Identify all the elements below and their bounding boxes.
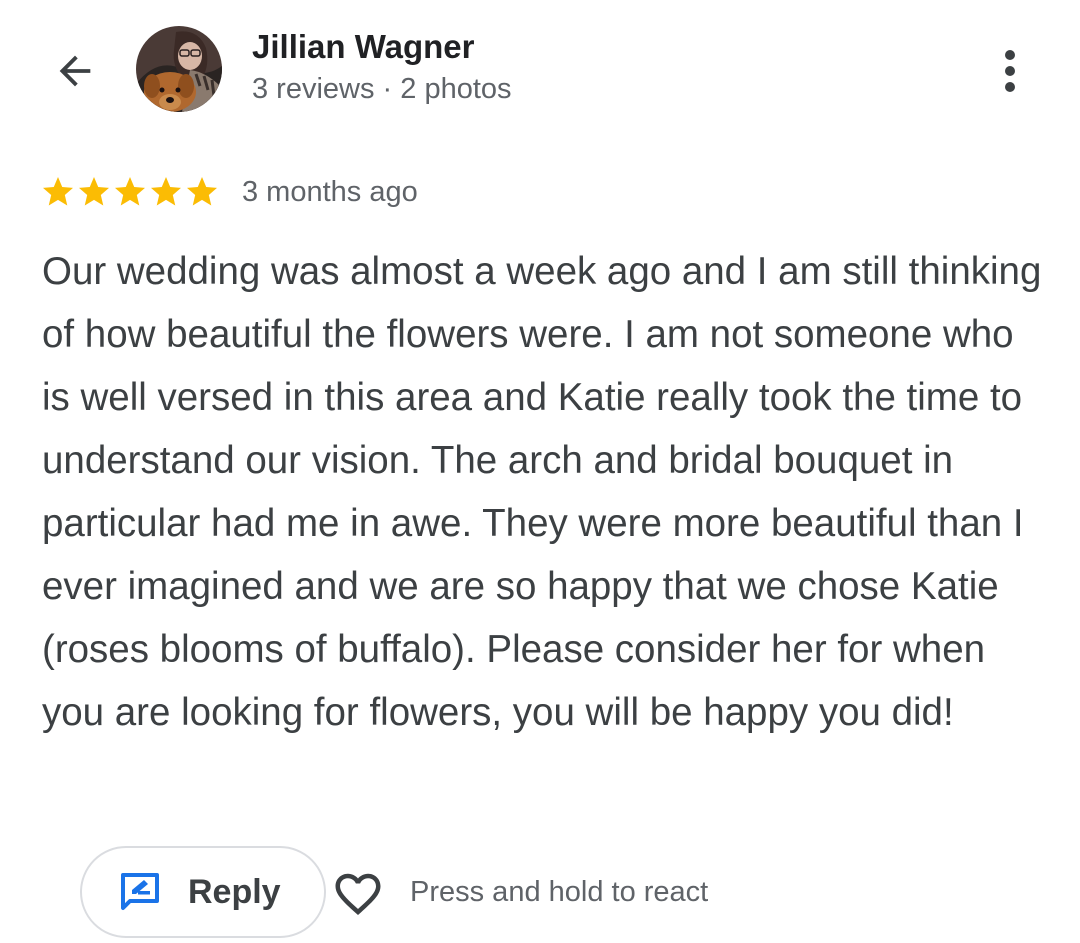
review-text: Our wedding was almost a week ago and I … (42, 250, 1042, 734)
author-meta: 3 reviews · 2 photos (252, 73, 512, 105)
star-rating (40, 174, 220, 210)
more-vert-icon (1005, 50, 1015, 92)
profile-photo (136, 26, 222, 112)
review-date: 3 months ago (242, 175, 418, 208)
react-hint: Press and hold to react (410, 876, 709, 908)
star-icon (115, 177, 145, 206)
arrow-back-icon (59, 55, 91, 87)
rating-row: 3 months ago (40, 170, 418, 214)
react-button[interactable] (330, 866, 386, 922)
author-info[interactable]: Jillian Wagner 3 reviews · 2 photos (252, 26, 512, 108)
author-name[interactable]: Jillian Wagner (252, 26, 512, 68)
heart-outline-icon (335, 873, 381, 916)
star-icon (151, 177, 181, 206)
back-button[interactable] (48, 44, 102, 98)
rate-review-icon (121, 873, 159, 910)
star-icon (79, 177, 109, 206)
avatar[interactable] (136, 26, 222, 112)
reply-button[interactable]: Reply (80, 846, 326, 938)
more-options-button[interactable] (988, 44, 1032, 98)
reply-label: Reply (188, 872, 281, 911)
star-icon (43, 177, 73, 206)
star-icon (187, 177, 217, 206)
